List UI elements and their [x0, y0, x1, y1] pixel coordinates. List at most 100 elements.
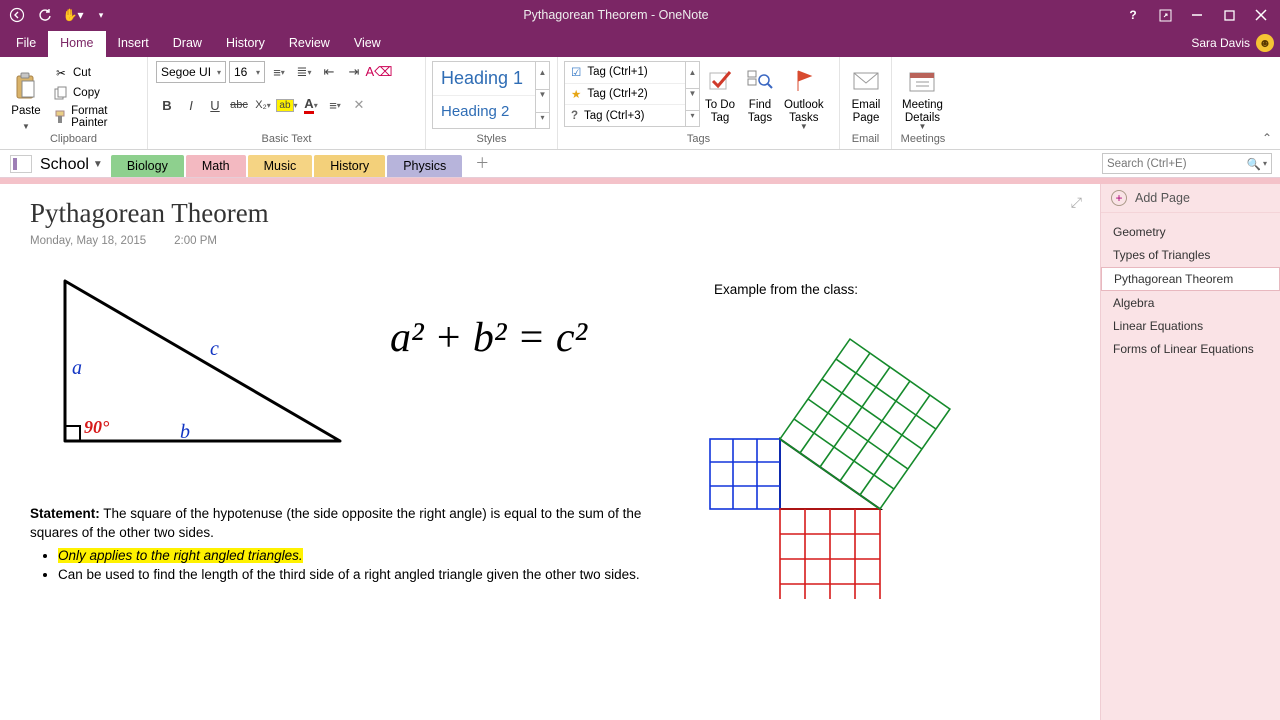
- page-item-linear-equations[interactable]: Linear Equations: [1101, 315, 1280, 337]
- expand-page-icon[interactable]: ⤢: [1071, 194, 1082, 211]
- indent-button[interactable]: ⇥: [343, 62, 365, 82]
- page-item-geometry[interactable]: Geometry: [1101, 221, 1280, 243]
- meeting-details-button[interactable]: Meeting Details▼: [898, 59, 947, 131]
- example-label: Example from the class:: [714, 282, 858, 297]
- numbering-button[interactable]: ≣▾: [293, 62, 315, 82]
- fullscreen-icon[interactable]: [1150, 3, 1180, 27]
- notebook-dropdown-icon[interactable]: ▼: [93, 159, 103, 170]
- style-heading2[interactable]: Heading 2: [433, 95, 535, 129]
- section-tab-history[interactable]: History: [314, 155, 385, 177]
- star-icon: ★: [571, 87, 581, 101]
- envelope-icon: [850, 65, 882, 97]
- align-button[interactable]: ≡▾: [324, 95, 346, 115]
- statement-block[interactable]: Statement: The square of the hypotenuse …: [30, 505, 650, 585]
- font-color-button[interactable]: A▾: [300, 95, 322, 115]
- tag-item-1[interactable]: ☑Tag (Ctrl+1): [565, 62, 685, 83]
- section-tab-math[interactable]: Math: [186, 155, 246, 177]
- tag-item-2[interactable]: ★Tag (Ctrl+2): [565, 83, 685, 105]
- todo-tag-button[interactable]: To Do Tag: [700, 59, 740, 131]
- page-item-pythagorean-theorem[interactable]: Pythagorean Theorem: [1101, 267, 1280, 291]
- tab-file[interactable]: File: [4, 31, 48, 57]
- checkbox-icon: ☑: [571, 65, 581, 79]
- statement-text: The square of the hypotenuse (the side o…: [30, 506, 641, 540]
- styles-more[interactable]: ▾: [536, 112, 549, 122]
- page-title[interactable]: Pythagorean Theorem: [30, 198, 1070, 229]
- tab-draw[interactable]: Draw: [161, 31, 214, 57]
- tags-more[interactable]: ▾: [686, 110, 699, 120]
- search-input[interactable]: Search (Ctrl+E) 🔍▾: [1102, 153, 1272, 174]
- italic-button[interactable]: I: [180, 95, 202, 115]
- outlook-tasks-button[interactable]: Outlook Tasks▼: [780, 59, 828, 131]
- page-canvas[interactable]: ⤢ Pythagorean Theorem Monday, May 18, 20…: [0, 184, 1100, 720]
- qat-customize-icon[interactable]: ▾: [88, 3, 114, 27]
- user-name: Sara Davis: [1191, 36, 1250, 50]
- subscript-button[interactable]: X₂▾: [252, 95, 274, 115]
- question-icon: ?: [571, 110, 578, 122]
- group-label-basic-text: Basic Text: [154, 131, 419, 149]
- menu-tabs: File Home Insert Draw History Review Vie…: [0, 30, 1280, 57]
- find-tags-button[interactable]: Find Tags: [740, 59, 780, 131]
- plus-icon: +: [1111, 190, 1127, 206]
- paste-button[interactable]: Paste ▼: [6, 59, 46, 131]
- font-name-select[interactable]: Segoe UI▾: [156, 61, 226, 83]
- format-painter-button[interactable]: Format Painter: [50, 103, 141, 131]
- flag-icon: [788, 65, 820, 97]
- outdent-button[interactable]: ⇤: [318, 62, 340, 82]
- section-tab-biology[interactable]: Biology: [111, 155, 184, 177]
- group-label-styles: Styles: [432, 131, 551, 149]
- tab-home[interactable]: Home: [48, 31, 105, 57]
- page-date: Monday, May 18, 2015: [30, 235, 146, 247]
- section-tab-physics[interactable]: Physics: [387, 155, 462, 177]
- undo-icon[interactable]: [32, 3, 58, 27]
- underline-button[interactable]: U: [204, 95, 226, 115]
- page-item-types-of-triangles[interactable]: Types of Triangles: [1101, 244, 1280, 266]
- add-page-button[interactable]: + Add Page: [1101, 184, 1280, 213]
- font-size-select[interactable]: 16▾: [229, 61, 265, 83]
- copy-button[interactable]: Copy: [50, 83, 141, 103]
- svg-text:90°: 90°: [84, 417, 110, 437]
- user-area[interactable]: Sara Davis ☻: [1191, 34, 1274, 52]
- tags-up[interactable]: ▲: [686, 68, 699, 77]
- close-icon[interactable]: [1246, 3, 1276, 27]
- tab-view[interactable]: View: [342, 31, 393, 57]
- help-icon[interactable]: ?: [1118, 3, 1148, 27]
- strike-button[interactable]: abc: [228, 95, 250, 115]
- notebook-name[interactable]: School: [40, 156, 89, 174]
- bold-button[interactable]: B: [156, 95, 178, 115]
- maximize-icon[interactable]: [1214, 3, 1244, 27]
- tags-gallery[interactable]: ☑Tag (Ctrl+1) ★Tag (Ctrl+2) ?Tag (Ctrl+3…: [564, 61, 686, 127]
- tab-history[interactable]: History: [214, 31, 277, 57]
- delete-button[interactable]: ✕: [348, 95, 370, 115]
- email-page-button[interactable]: Email Page: [846, 59, 886, 131]
- svg-text:c: c: [210, 338, 219, 360]
- smiley-icon[interactable]: ☻: [1256, 34, 1274, 52]
- bullets-button[interactable]: ≡▾: [268, 62, 290, 82]
- minimize-icon[interactable]: [1182, 3, 1212, 27]
- bullet-1: Only applies to the right angled triangl…: [58, 547, 650, 566]
- chevron-down-icon[interactable]: ▾: [1263, 159, 1267, 168]
- section-tab-music[interactable]: Music: [248, 155, 313, 177]
- tag-item-3[interactable]: ?Tag (Ctrl+3): [565, 104, 685, 126]
- group-label-clipboard: Clipboard: [6, 131, 141, 149]
- style-heading1[interactable]: Heading 1: [433, 62, 535, 95]
- tags-down[interactable]: ▼: [686, 88, 699, 98]
- styles-gallery[interactable]: Heading 1 Heading 2: [432, 61, 536, 129]
- clear-format-button[interactable]: A⌫: [368, 62, 390, 82]
- find-tags-icon: [744, 65, 776, 97]
- page-item-algebra[interactable]: Algebra: [1101, 292, 1280, 314]
- notebook-icon[interactable]: [10, 155, 32, 173]
- back-icon[interactable]: [4, 3, 30, 27]
- collapse-ribbon-icon[interactable]: ⌃: [1262, 131, 1272, 145]
- touch-mode-icon[interactable]: ✋▾: [60, 3, 86, 27]
- add-section-button[interactable]: ＋: [470, 153, 494, 173]
- svg-text:b: b: [180, 421, 190, 443]
- page-item-forms-of-linear-equations[interactable]: Forms of Linear Equations: [1101, 338, 1280, 360]
- styles-up[interactable]: ▲: [536, 68, 549, 77]
- highlight-button[interactable]: ab▾: [276, 95, 298, 115]
- tab-review[interactable]: Review: [277, 31, 342, 57]
- tab-insert[interactable]: Insert: [106, 31, 161, 57]
- styles-down[interactable]: ▼: [536, 89, 549, 99]
- cut-button[interactable]: ✂Cut: [50, 63, 141, 83]
- calendar-icon: [906, 65, 938, 97]
- paste-icon: [10, 71, 42, 103]
